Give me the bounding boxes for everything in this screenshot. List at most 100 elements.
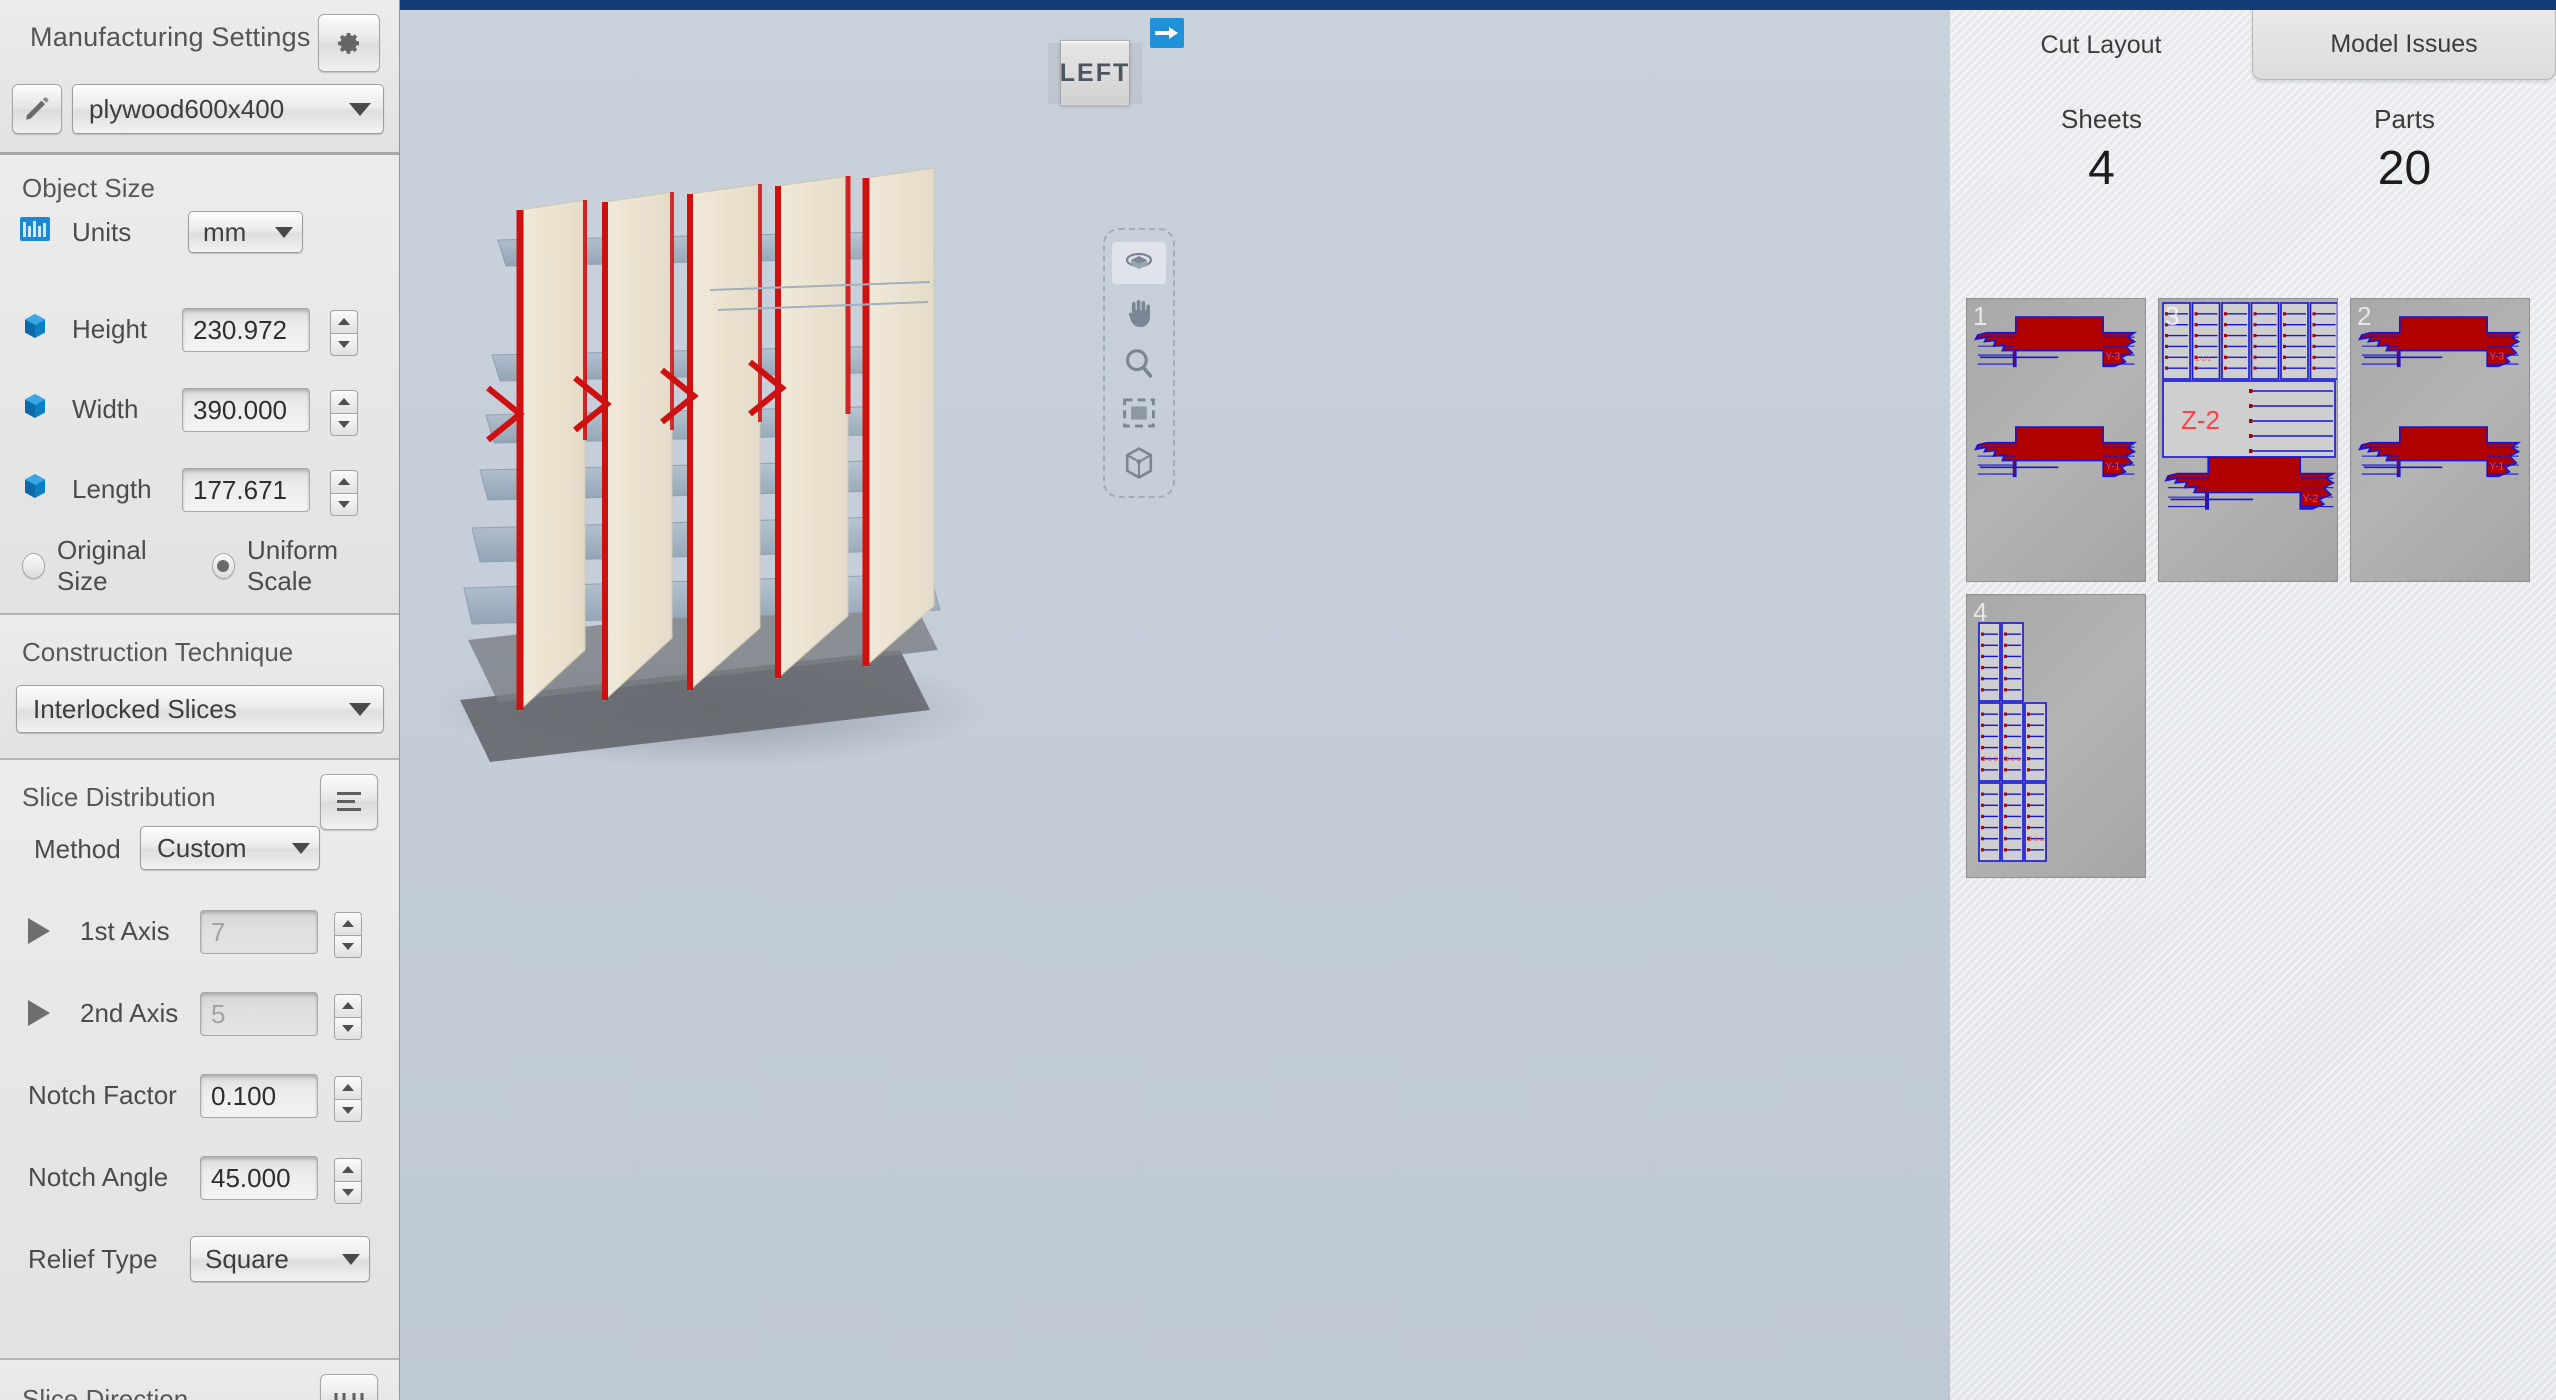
units-dropdown[interactable]: mm [188, 211, 303, 253]
sheet-cut-drawing: Z-1-2 Z-2-1 Z-3-1 [1978, 622, 2047, 862]
spinner-up[interactable] [330, 470, 358, 493]
cut-layout-panel: Cut Layout Model Issues Sheets 4 Parts 20 … [1950, 10, 2556, 1400]
axis-expander-icon[interactable] [28, 1000, 50, 1026]
3d-viewport[interactable]: LEFT [400, 10, 1950, 1400]
scale-mode-option[interactable]: Original Size [22, 535, 186, 597]
chevron-down-icon [342, 1188, 354, 1196]
sheet-cut-drawing: Z-1-1 Z-2 Y-2 [2162, 302, 2337, 510]
dimension-row: Length 177.671 [0, 460, 400, 516]
spinner-up[interactable] [330, 310, 358, 333]
material-preset-value: plywood600x400 [89, 93, 285, 124]
tab-label: Cut Layout [2040, 30, 2162, 59]
spinner-up[interactable] [330, 390, 358, 413]
units-label: Units [72, 217, 132, 247]
pencil-icon [26, 97, 49, 120]
tab-cut-layout[interactable]: Cut Layout [1950, 10, 2252, 80]
spinner-up[interactable] [334, 1076, 362, 1099]
settings-gear-button[interactable] [318, 14, 380, 72]
slice-parameter-stepper[interactable] [334, 1076, 362, 1122]
material-preset-dropdown[interactable]: plywood600x400 [72, 84, 384, 134]
slice-parameter-stepper[interactable] [334, 994, 362, 1040]
spinner-down[interactable] [334, 1098, 362, 1122]
stat-value: 20 [2377, 142, 2432, 195]
spinner-down[interactable] [330, 332, 358, 356]
length-cube-icon [25, 474, 45, 498]
scale-mode-group: Original Size Uniform Scale [10, 535, 390, 597]
dimension-input[interactable]: 230.972 [182, 308, 310, 352]
spinner-down[interactable] [334, 1016, 362, 1040]
sheet-thumbnail[interactable]: Y-3 Y-1 1 [1966, 298, 2146, 582]
scale-mode-label: Uniform Scale [247, 535, 339, 596]
tab-model-issues[interactable]: Model Issues [2252, 10, 2556, 80]
chevron-up-icon [342, 1002, 354, 1010]
sheet-number: 1 [1973, 301, 1988, 331]
chevron-down-icon [275, 226, 293, 238]
ruler-icon [20, 217, 50, 241]
relief-type-dropdown[interactable]: Square [190, 1236, 370, 1282]
svg-text:Z-1-1: Z-1-1 [2196, 356, 2212, 363]
slice-distribution-options-button[interactable] [320, 774, 378, 830]
spinner-down[interactable] [334, 934, 362, 958]
spinner-up[interactable] [334, 912, 362, 935]
slice-parameter-input[interactable]: 7 [200, 910, 318, 954]
scale-mode-option[interactable]: Uniform Scale [211, 535, 390, 597]
cut-part [1978, 782, 2001, 862]
spinner-up[interactable] [334, 994, 362, 1017]
cut-part: Y-2 [2164, 456, 2336, 510]
sheet-number: 2 [2357, 301, 2372, 331]
chevron-down-icon [349, 102, 371, 116]
dimension-label: Width [72, 394, 139, 424]
slice-parameter-input[interactable]: 5 [200, 992, 318, 1036]
method-dropdown[interactable]: Custom [140, 826, 320, 870]
slice-direction-title: Slice Direction [22, 1384, 189, 1400]
slice-parameter-label: Relief Type [28, 1244, 158, 1274]
dimension-input[interactable]: 390.000 [182, 388, 310, 432]
relief-type-value: Square [205, 1243, 289, 1274]
layout-stats: Sheets 4 Parts 20 [1950, 104, 2556, 196]
list-options-icon [337, 792, 361, 811]
spinner-up[interactable] [334, 1158, 362, 1181]
cut-part: Y-3 [2358, 316, 2522, 368]
spinner-down[interactable] [330, 492, 358, 516]
chevron-down-icon [292, 842, 310, 854]
scale-mode-radio[interactable] [211, 553, 235, 579]
slice-direction-icon [334, 1393, 364, 1400]
chevron-up-icon [338, 318, 350, 326]
panel-title: Manufacturing Settings [30, 22, 311, 52]
cut-part [2001, 782, 2024, 862]
chevron-down-icon [338, 500, 350, 508]
panel-tabs: Cut Layout Model Issues [1950, 10, 2556, 80]
method-label: Method [34, 834, 121, 864]
sheet-thumbnail[interactable]: Z-1-2 Z-2-1 Z-3-1 4 [1966, 594, 2146, 878]
edit-preset-button[interactable] [12, 84, 62, 134]
slice-parameter-input[interactable]: 0.100 [200, 1074, 318, 1118]
dimension-stepper[interactable] [330, 310, 358, 356]
dimension-input[interactable]: 177.671 [182, 468, 310, 512]
cut-part: Y-3 [1974, 316, 2138, 368]
tab-label: Model Issues [2330, 30, 2478, 58]
scale-mode-radio[interactable] [22, 553, 45, 579]
construction-technique-title: Construction Technique [22, 637, 294, 667]
slice-parameter-stepper[interactable] [334, 1158, 362, 1204]
sheet-thumbnail[interactable]: Z-1-1 Z-2 Y-2 3 [2158, 298, 2338, 582]
slice-parameter-label: 1st Axis [80, 916, 170, 946]
sheet-thumbnail[interactable]: Y-3 Y-1 2 [2350, 298, 2530, 582]
dimension-stepper[interactable] [330, 390, 358, 436]
chevron-up-icon [342, 1084, 354, 1092]
spinner-down[interactable] [330, 412, 358, 436]
svg-text:Z-3-1: Z-3-1 [2028, 836, 2044, 843]
chevron-down-icon [338, 340, 350, 348]
axis-expander-icon[interactable] [28, 918, 50, 944]
cut-part: Y-1 [1974, 426, 2138, 478]
slice-direction-section: Slice Direction [0, 1360, 399, 1400]
width-cube-icon [25, 394, 45, 418]
construction-technique-dropdown[interactable]: Interlocked Slices [16, 685, 384, 733]
dimension-stepper[interactable] [330, 470, 358, 516]
cut-part [2309, 302, 2337, 380]
slice-direction-button[interactable] [320, 1374, 378, 1400]
spinner-down[interactable] [334, 1180, 362, 1204]
slice-parameter-stepper[interactable] [334, 912, 362, 958]
slice-parameter-label: Notch Factor [28, 1080, 177, 1110]
slice-parameter-input[interactable]: 45.000 [200, 1156, 318, 1200]
slice-distribution-title: Slice Distribution [22, 782, 216, 812]
